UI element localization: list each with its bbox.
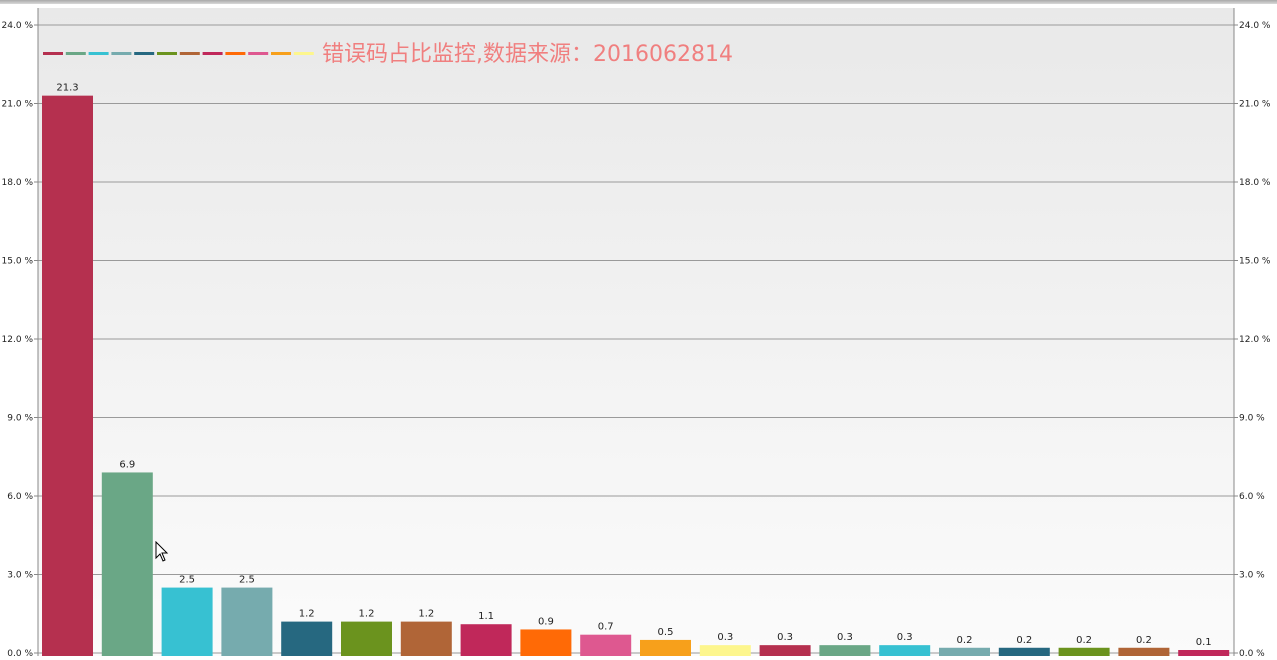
bar-value-label: 0.3: [717, 632, 733, 643]
legend-swatch: [271, 52, 291, 55]
plot-background: [38, 8, 1234, 656]
legend-swatch: [157, 52, 177, 55]
bar-value-label: 0.2: [957, 635, 973, 646]
right-tick-label: 0.0 %: [1239, 649, 1265, 656]
bar-value-label: 1.1: [478, 611, 494, 622]
mouse-pointer-icon: [155, 541, 169, 562]
legend-swatch: [293, 52, 314, 55]
bar: [1118, 647, 1170, 656]
bar-value-label: 0.9: [538, 616, 554, 627]
bar: [221, 587, 273, 656]
left-tick-label: 12.0 %: [2, 335, 34, 345]
bar: [939, 647, 990, 656]
bar: [460, 624, 512, 656]
bar: [580, 634, 632, 656]
legend-swatch: [134, 52, 155, 55]
bar: [520, 629, 572, 656]
left-tick-label: 6.0 %: [7, 492, 33, 502]
bar: [161, 587, 213, 656]
left-tick-label: 9.0 %: [7, 414, 33, 424]
legend-swatch: [225, 52, 246, 55]
window-top-edge: [0, 0, 1277, 4]
right-tick-label: 15.0 %: [1239, 257, 1271, 267]
bar-value-label: 0.3: [777, 632, 793, 643]
bar-value-label: 2.5: [179, 575, 195, 586]
bar-value-label: 0.3: [837, 632, 853, 643]
right-tick-label: 6.0 %: [1239, 492, 1265, 502]
bar: [1058, 647, 1110, 656]
bar-value-label: 21.3: [56, 83, 78, 94]
legend-swatch: [43, 52, 63, 55]
legend-swatch: [111, 52, 132, 55]
bar-value-label: 0.1: [1196, 637, 1212, 648]
left-tick-label: 0.0 %: [7, 649, 33, 656]
bar: [640, 639, 691, 656]
right-tick-label: 12.0 %: [1239, 335, 1271, 345]
bar-value-label: 1.2: [299, 609, 315, 620]
right-tick-label: 9.0 %: [1239, 414, 1265, 424]
bar: [281, 621, 333, 656]
right-y-axis: 0.0 % 3.0 % 6.0 % 9.0 % 12.0 % 15.0 % 18.0 % 21…: [1233, 8, 1271, 659]
left-tick-label: 21.0 %: [2, 100, 34, 110]
chart-svg: 0.0 % 3.0 % 6.0 % 9.0 % 12.0 % 15.0 % 18.0 % 21…: [2, 8, 1271, 659]
legend-swatch: [248, 52, 269, 55]
right-tick-label: 3.0 %: [1239, 571, 1265, 581]
bar-value-label: 0.3: [897, 632, 913, 643]
bar-value-label: 0.5: [658, 627, 674, 638]
left-tick-label: 15.0 %: [2, 257, 34, 267]
bar-value-label: 1.2: [418, 609, 434, 620]
bar-value-label: 1.2: [359, 609, 375, 620]
legend-swatch: [65, 52, 86, 55]
right-tick-label: 24.0 %: [1239, 21, 1271, 31]
left-tick-label: 24.0 %: [2, 21, 34, 31]
bar-value-label: 0.2: [1016, 635, 1032, 646]
bar: [998, 647, 1050, 656]
bar-value-label: 6.9: [119, 459, 135, 470]
chart-title: 错误码占比监控,数据来源：2016062814: [322, 42, 733, 67]
legend-swatch: [202, 52, 223, 55]
bar: [341, 621, 392, 656]
left-tick-label: 3.0 %: [7, 571, 33, 581]
bar: [101, 472, 153, 656]
left-tick-label: 18.0 %: [2, 178, 34, 188]
bar: [759, 645, 811, 656]
bar: [819, 645, 871, 656]
bar-value-label: 0.2: [1136, 635, 1152, 646]
bar: [42, 95, 93, 656]
bar-value-label: 2.5: [239, 575, 255, 586]
bar-value-label: 0.7: [598, 622, 614, 633]
legend-swatch: [88, 52, 109, 55]
bar: [400, 621, 452, 656]
bar-value-label: 0.2: [1076, 635, 1092, 646]
right-tick-label: 21.0 %: [1239, 100, 1271, 110]
error-code-chart: 0.0 % 3.0 % 6.0 % 9.0 % 12.0 % 15.0 % 18.0 % 21…: [0, 0, 1277, 659]
left-y-axis: 0.0 % 3.0 % 6.0 % 9.0 % 12.0 % 15.0 % 18.0 % 21…: [2, 8, 39, 659]
bar: [879, 645, 931, 656]
bar: [1178, 650, 1230, 656]
right-tick-label: 18.0 %: [1239, 178, 1271, 188]
legend-swatch: [179, 52, 200, 55]
bar: [699, 645, 751, 656]
